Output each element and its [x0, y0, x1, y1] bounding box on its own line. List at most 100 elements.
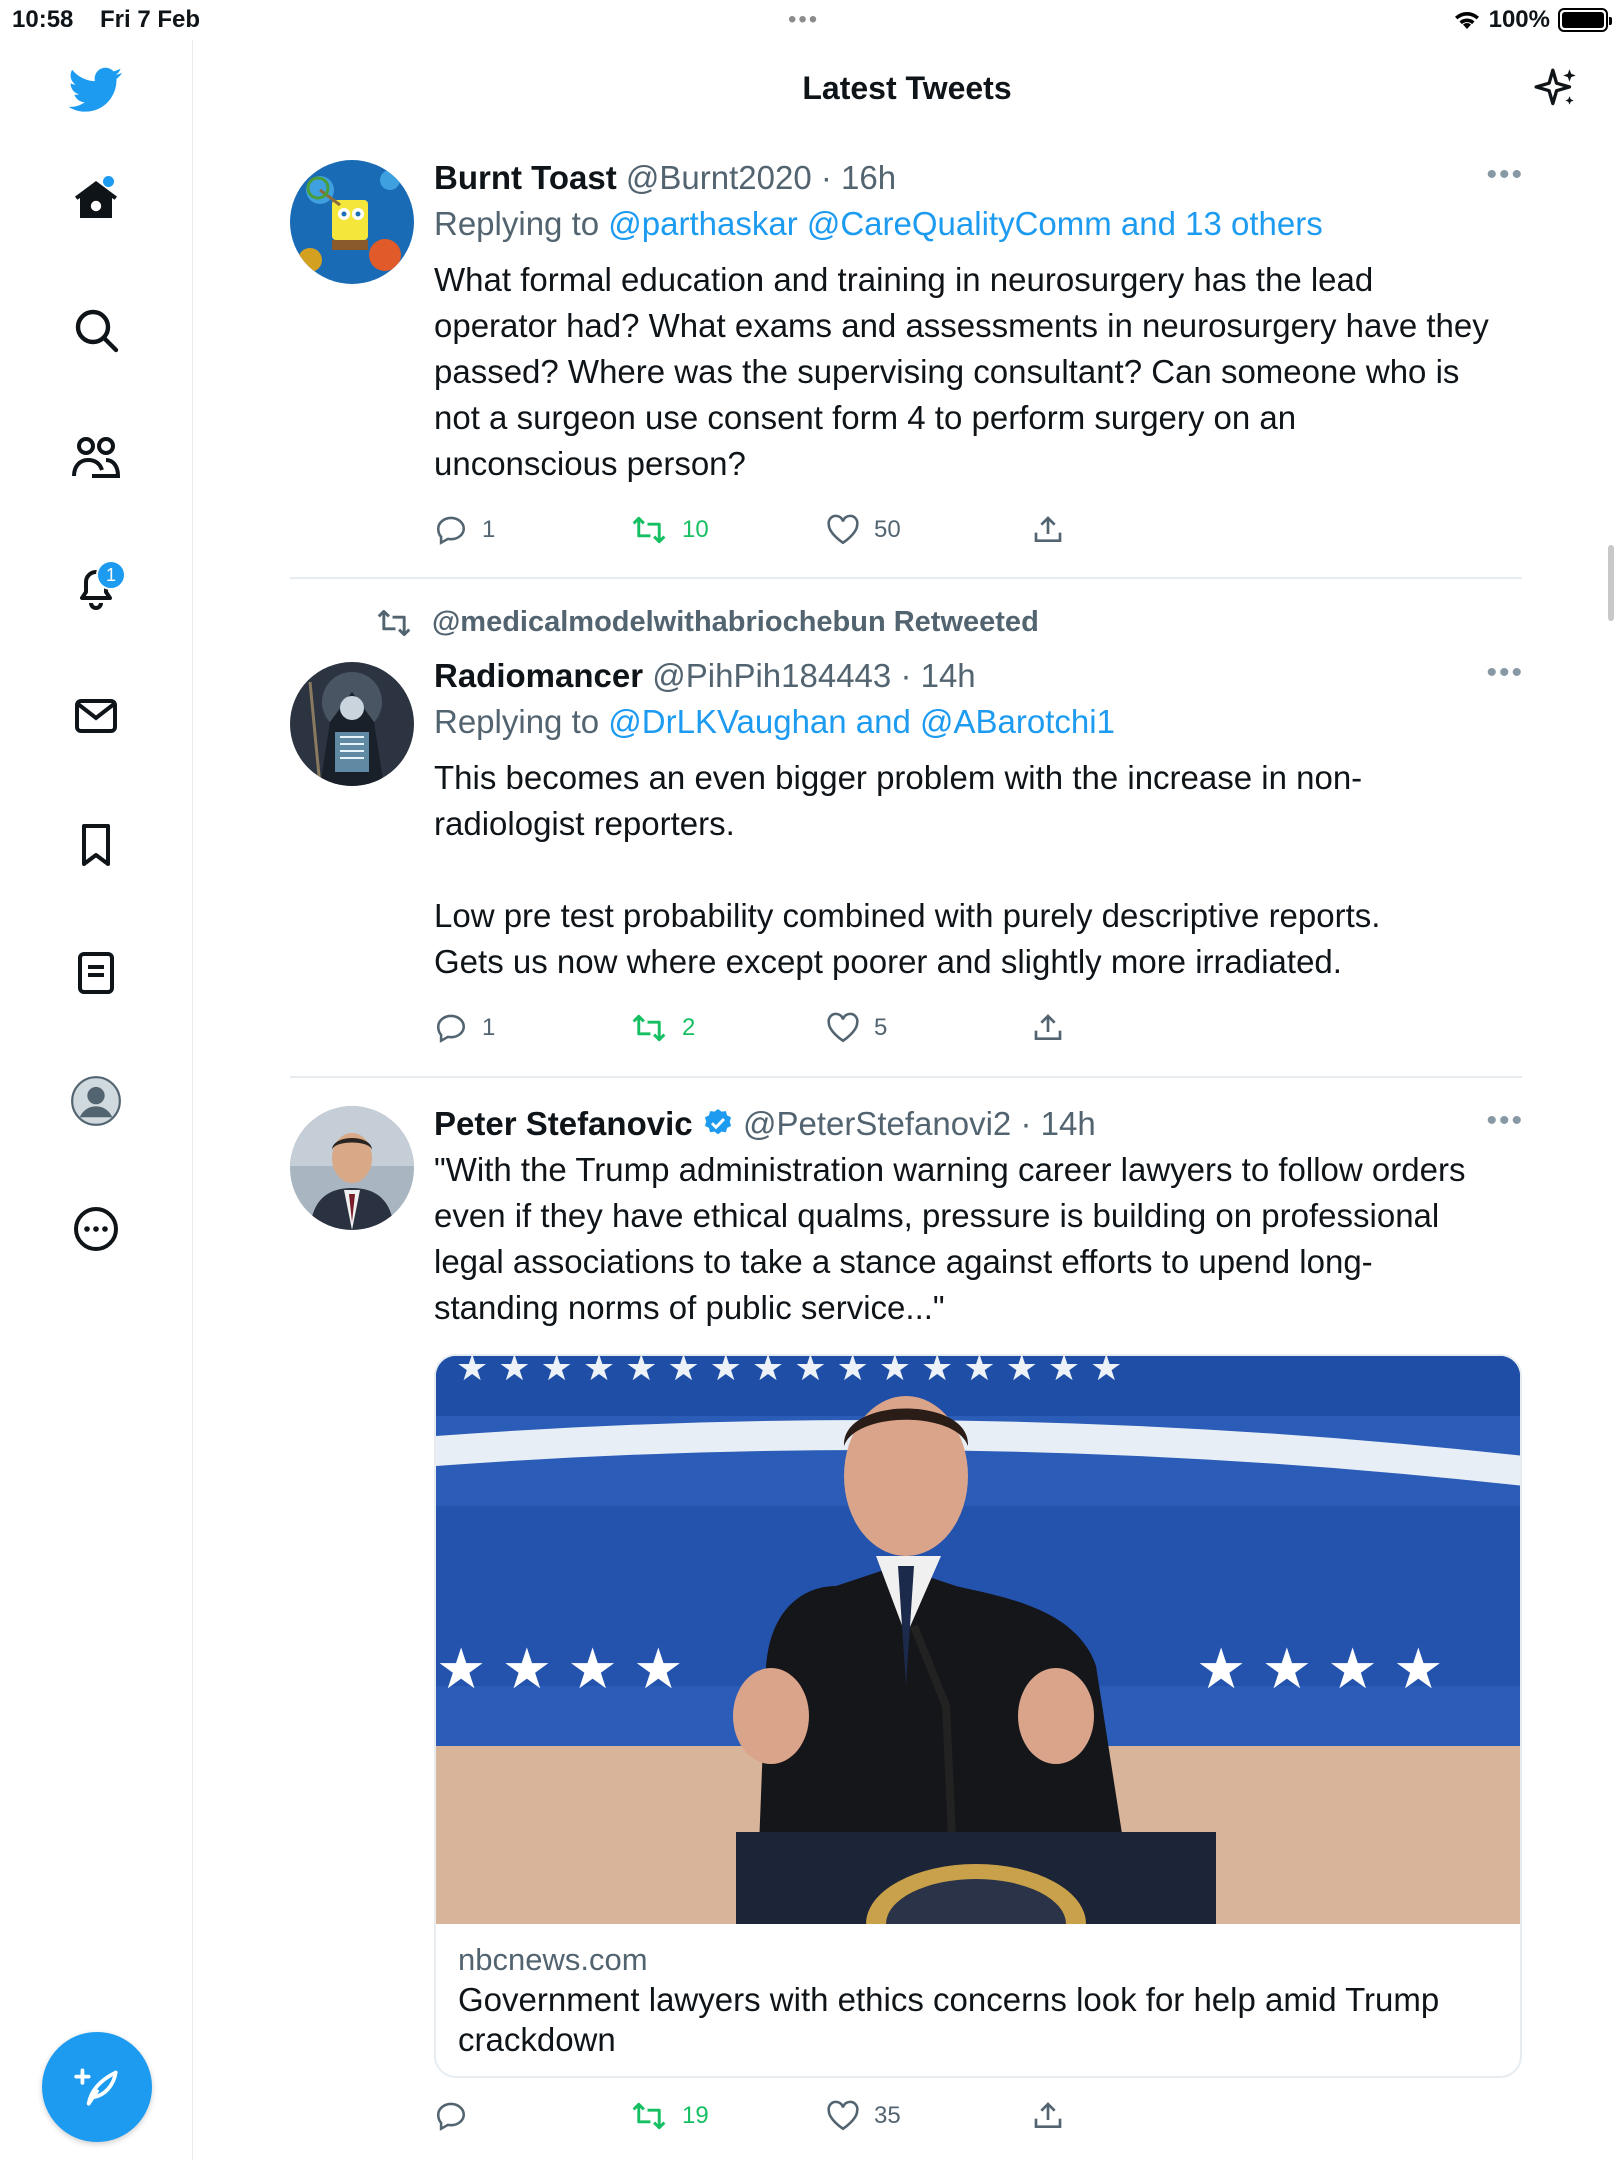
notification-count-badge: 1 — [96, 560, 126, 590]
profile-icon[interactable] — [66, 1071, 126, 1131]
search-icon[interactable] — [66, 300, 126, 360]
like-button[interactable]: 35 — [826, 2100, 901, 2132]
retweet-icon — [632, 2102, 666, 2130]
bell-icon[interactable]: 1 — [66, 556, 126, 616]
more-options-icon[interactable]: ••• — [1486, 656, 1524, 690]
replying-prefix: Replying to — [434, 205, 609, 242]
avatar[interactable] — [290, 1106, 414, 1230]
share-icon — [1034, 516, 1062, 542]
retweet-icon — [632, 516, 666, 544]
compose-button[interactable] — [42, 2032, 152, 2142]
bookmark-icon[interactable] — [66, 815, 126, 875]
reply-button[interactable]: 1 — [434, 513, 495, 547]
heart-icon — [827, 514, 859, 545]
reply-button[interactable]: 1 — [434, 1011, 495, 1045]
tweet[interactable]: Peter Stefanovic @PeterStefanovi2 · 14h … — [290, 1104, 1522, 2160]
tweet[interactable]: Burnt Toast @Burnt2020 · 16h ••• Replyin… — [290, 158, 1522, 578]
retweet-button[interactable]: 2 — [630, 1011, 695, 1045]
like-count: 35 — [874, 2102, 901, 2129]
retweet-button[interactable]: 19 — [630, 2099, 709, 2133]
tweet-time[interactable]: · 16h — [821, 159, 896, 196]
retweet-button[interactable]: 10 — [630, 513, 709, 547]
twitter-bird-icon[interactable] — [66, 60, 126, 120]
status-date: Fri 7 Feb — [100, 6, 201, 33]
timeline-header: Latest Tweets — [194, 40, 1620, 140]
tweet[interactable]: @medicalmodelwithabriochebun Retweeted R… — [290, 606, 1522, 1076]
like-button[interactable]: 5 — [826, 1012, 887, 1044]
share-button[interactable] — [1032, 514, 1064, 546]
retweet-icon — [632, 1014, 666, 1042]
stars-row-top: ★ ★ ★ ★ ★ ★ ★ ★ ★ ★ ★ ★ ★ ★ ★ ★ — [456, 1356, 1122, 1388]
card-domain: nbcnews.com — [458, 1942, 648, 1977]
battery-icon — [1558, 8, 1612, 32]
replying-prefix: Replying to — [434, 703, 609, 740]
retweeted-by-text[interactable]: @medicalmodelwithabriochebun Retweeted — [432, 606, 1039, 639]
card-title: Government lawyers with ethics concerns … — [458, 1981, 1440, 2058]
tweet-divider — [290, 577, 1522, 579]
more-circle-icon[interactable] — [66, 1199, 126, 1259]
retweet-icon — [377, 609, 411, 636]
more-options-icon[interactable]: ••• — [1486, 158, 1524, 192]
reply-button[interactable] — [434, 2099, 468, 2133]
retweet-count: 2 — [682, 1014, 696, 1041]
list-icon[interactable] — [66, 943, 126, 1003]
like-count: 5 — [874, 1014, 888, 1041]
more-options-icon[interactable]: ••• — [1486, 1104, 1524, 1138]
multitasking-dots-icon[interactable]: ••• — [788, 6, 819, 34]
envelope-icon[interactable] — [66, 686, 126, 746]
people-icon[interactable] — [66, 428, 126, 488]
author-name[interactable]: Peter Stefanovic — [434, 1105, 693, 1142]
tweet-text: "With the Trump administration warning c… — [434, 1151, 1466, 1326]
svg-text:★ ★ ★ ★ ★ ★ ★ ★ ★ ★: ★ ★ ★ ★ ★ ★ ★ ★ ★ ★ ★ ★ ★ ★ ★ ★ — [456, 1356, 1122, 1388]
sidebar: 1 — [0, 40, 193, 2160]
home-new-dot — [103, 176, 114, 187]
replying-to: Replying to @DrLKVaughan and @ABarotchi1 — [434, 699, 1524, 745]
card-text: nbcnews.com Government lawyers with ethi… — [436, 1924, 1520, 2076]
compose-icon — [74, 2068, 118, 2106]
author-name[interactable]: Burnt Toast — [434, 159, 617, 196]
tweet-header: Peter Stefanovic @PeterStefanovi2 · 14h — [434, 1104, 1524, 1144]
battery-percent: 100% — [1488, 6, 1550, 33]
reply-icon — [436, 516, 466, 545]
tweet-text: This becomes an even bigger problem with… — [434, 759, 1381, 980]
retweet-count: 10 — [682, 516, 709, 543]
status-time: 10:58 — [12, 6, 74, 33]
author-handle[interactable]: @PeterStefanovi2 — [743, 1105, 1011, 1142]
share-button[interactable] — [1032, 2100, 1064, 2132]
card-image: ★ ★ ★ ★ ★ ★ ★ ★ ★ ★ ★ ★ ★ ★ ★ ★ ★ ★ ★ ★ … — [436, 1356, 1520, 1924]
wifi-icon — [1454, 12, 1479, 29]
author-handle[interactable]: @Burnt2020 — [626, 159, 812, 196]
share-button[interactable] — [1032, 1012, 1064, 1044]
tweet-actions: 1 10 50 — [434, 510, 1114, 550]
reply-count: 1 — [482, 1014, 496, 1041]
svg-text:★ ★ ★ ★: ★ ★ ★ ★ — [1196, 1637, 1444, 1700]
tweet-actions: 1 2 5 — [434, 1008, 1114, 1048]
like-count: 50 — [874, 516, 901, 543]
verified-badge-icon — [704, 1109, 731, 1135]
author-name[interactable]: Radiomancer — [434, 657, 643, 694]
tweet-text: What formal education and training in ne… — [434, 261, 1489, 482]
home-icon[interactable] — [66, 170, 126, 230]
avatar[interactable] — [290, 662, 414, 786]
tweet-time[interactable]: · 14h — [900, 657, 975, 694]
tweet-actions: 19 35 — [434, 2096, 1114, 2136]
scrollbar[interactable] — [1608, 545, 1614, 621]
svg-text:★ ★ ★ ★: ★ ★ ★ ★ — [436, 1637, 684, 1700]
reply-icon — [436, 2102, 466, 2131]
replying-to-link[interactable]: @parthaskar @CareQualityComm and 13 othe… — [608, 205, 1322, 242]
heart-icon — [827, 2100, 859, 2131]
tweet-time[interactable]: · 14h — [1020, 1105, 1095, 1142]
replying-to-link[interactable]: @DrLKVaughan and @ABarotchi1 — [608, 703, 1115, 740]
tweet-header: Radiomancer @PihPih184443 · 14h — [434, 656, 1524, 696]
avatar[interactable] — [290, 160, 414, 284]
author-handle[interactable]: @PihPih184443 — [652, 657, 891, 694]
link-card[interactable]: ★ ★ ★ ★ ★ ★ ★ ★ ★ ★ ★ ★ ★ ★ ★ ★ ★ ★ ★ ★ … — [434, 1354, 1522, 2078]
retweet-count: 19 — [682, 2102, 709, 2129]
like-button[interactable]: 50 — [826, 514, 901, 546]
share-icon — [1034, 1014, 1062, 1040]
reply-icon — [436, 1014, 466, 1043]
replying-to: Replying to @parthaskar @CareQualityComm… — [434, 201, 1524, 247]
sparkle-icon[interactable] — [1532, 64, 1582, 114]
tweet-divider — [290, 1076, 1522, 1078]
reply-count: 1 — [482, 516, 496, 543]
